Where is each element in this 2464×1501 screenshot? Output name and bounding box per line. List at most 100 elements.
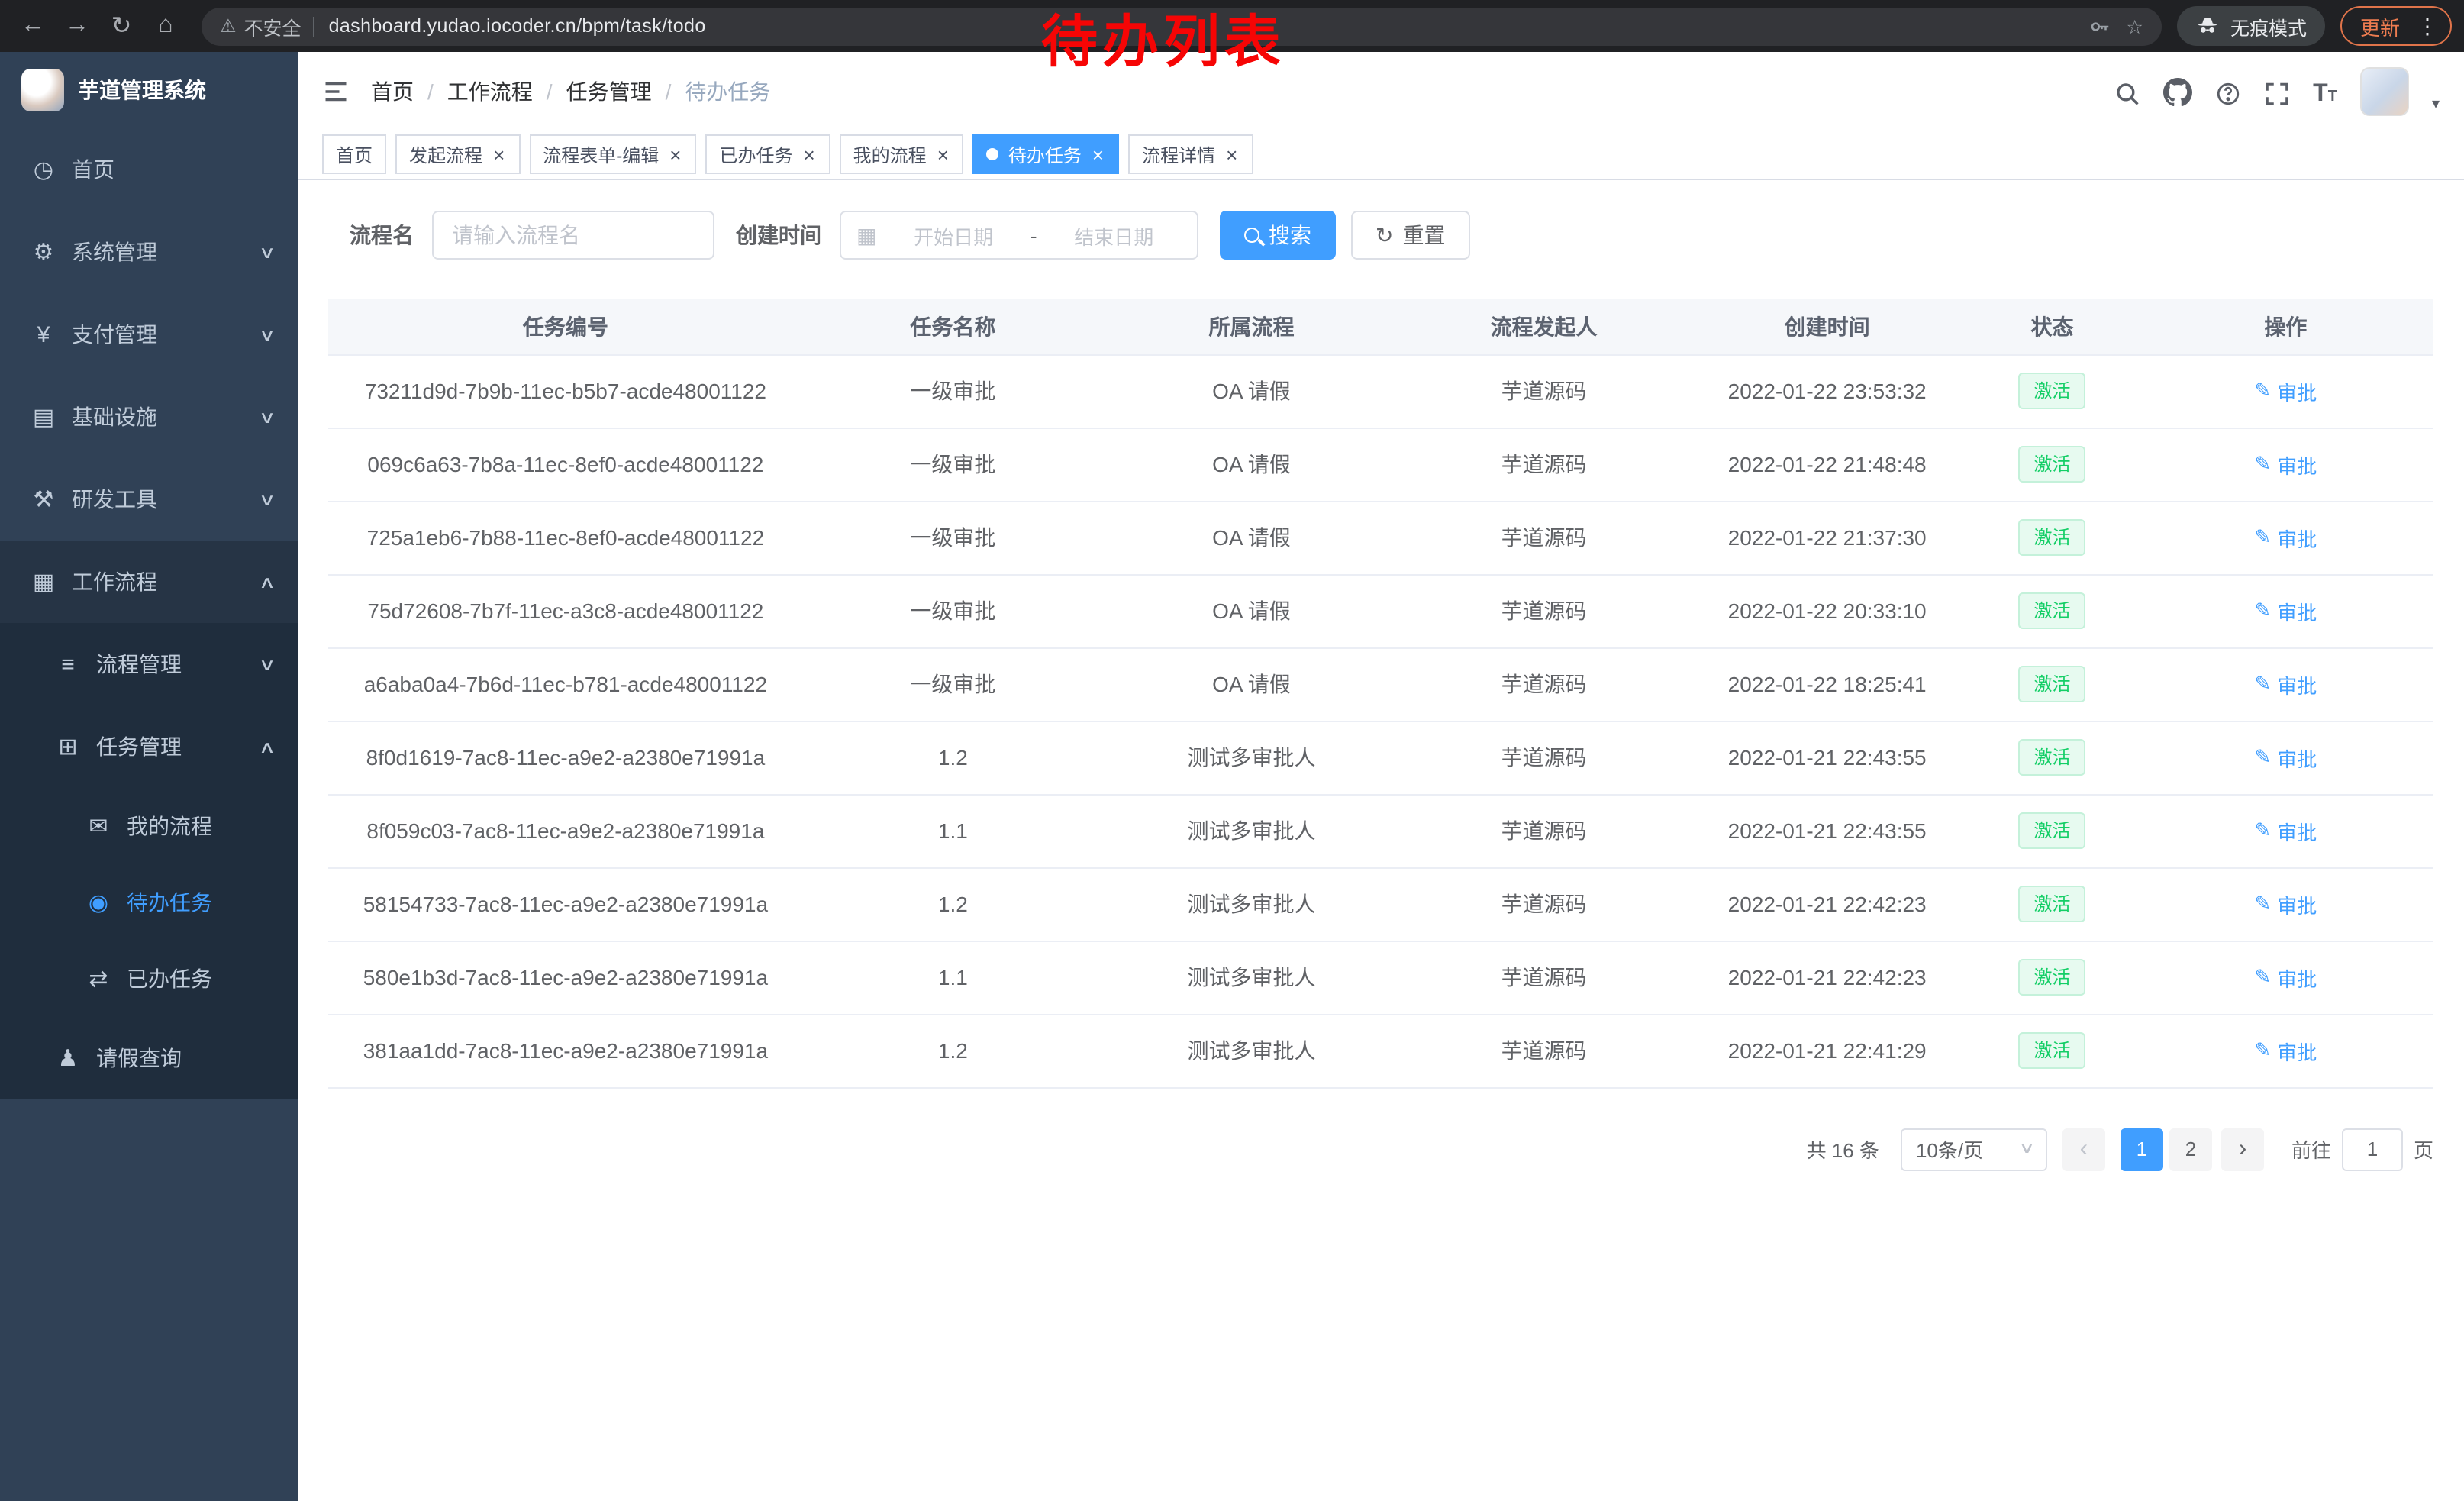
action-cell: ✎审批	[2138, 501, 2433, 574]
user-avatar[interactable]	[2360, 66, 2409, 115]
sidebar-item-todo-task[interactable]: ◉待办任务	[0, 864, 298, 941]
font-size-icon[interactable]: TT	[2313, 82, 2337, 115]
approve-link[interactable]: ✎审批	[2254, 743, 2317, 772]
browser-menu-icon[interactable]: ⋮	[2412, 13, 2443, 39]
end-date-placeholder[interactable]: 结束日期	[1047, 221, 1182, 250]
incognito-badge: 无痕模式	[2177, 6, 2325, 46]
sidebar-item-home[interactable]: ◷首页	[0, 128, 298, 211]
tab[interactable]: 已办任务×	[705, 134, 830, 174]
filter-bar: 流程名 创建时间 ▦ 开始日期 - 结束日期 搜索 ↻	[328, 211, 2433, 260]
sidebar-item-process-management[interactable]: ≡流程管理∨	[0, 623, 298, 705]
tab[interactable]: 流程表单-编辑×	[529, 134, 696, 174]
create-time-cell: 2022-01-22 20:33:10	[1688, 574, 1966, 647]
search-button[interactable]: 搜索	[1220, 211, 1336, 260]
initiator-cell: 芋道源码	[1400, 721, 1688, 794]
search-icon[interactable]	[2114, 80, 2140, 115]
approve-link[interactable]: ✎审批	[2254, 376, 2317, 405]
approve-link[interactable]: ✎审批	[2254, 523, 2317, 552]
next-page-button[interactable]: ›	[2221, 1128, 2264, 1170]
initiator-cell: 芋道源码	[1400, 354, 1688, 428]
tab-close-icon[interactable]: ×	[936, 144, 950, 164]
reset-button[interactable]: ↻ 重置	[1351, 211, 1469, 260]
sidebar-item-payment-management[interactable]: ¥支付管理∨	[0, 293, 298, 376]
approve-link[interactable]: ✎审批	[2254, 889, 2317, 918]
sidebar-item-label: 流程管理	[96, 649, 182, 679]
sidebar-item-leave-query[interactable]: ♟请假查询	[0, 1017, 298, 1099]
tab-close-icon[interactable]: ×	[668, 144, 682, 164]
status-cell: 激活	[1966, 721, 2138, 794]
password-key-icon[interactable]	[2088, 15, 2111, 37]
tab-close-icon[interactable]: ×	[1224, 144, 1239, 164]
process-cell: 测试多审批人	[1103, 941, 1400, 1014]
tab-label: 流程详情	[1142, 141, 1215, 167]
sidebar: 芋道管理系统 ◷首页⚙系统管理∨¥支付管理∨▤基础设施∨⚒研发工具∨▦工作流程∧…	[0, 52, 298, 1501]
process-cell: OA 请假	[1103, 501, 1400, 574]
chevron-down-icon: ∨	[259, 654, 276, 674]
sidebar-item-dev-tools[interactable]: ⚒研发工具∨	[0, 458, 298, 541]
approve-link[interactable]: ✎审批	[2254, 670, 2317, 699]
bookmark-star-icon[interactable]: ☆	[2127, 15, 2143, 37]
sidebar-item-task-management[interactable]: ⊞任务管理∧	[0, 705, 298, 788]
page-size-select[interactable]: 10条/页 ∨	[1901, 1128, 2047, 1170]
start-date-placeholder[interactable]: 开始日期	[885, 221, 1021, 250]
page-size-value: 10条/页	[1916, 1135, 1983, 1164]
sidebar-item-infrastructure[interactable]: ▤基础设施∨	[0, 376, 298, 458]
approve-link-label: 审批	[2277, 670, 2317, 699]
browser-refresh-button[interactable]: ↻	[101, 5, 142, 47]
tab[interactable]: 首页	[322, 134, 386, 174]
tab-active[interactable]: 待办任务×	[973, 134, 1119, 174]
sidebar-item-system-management[interactable]: ⚙系统管理∨	[0, 211, 298, 293]
avatar-dropdown-caret-icon[interactable]: ▾	[2432, 95, 2440, 115]
tab-close-icon[interactable]: ×	[1091, 144, 1105, 164]
approve-link[interactable]: ✎审批	[2254, 1036, 2317, 1065]
table-row: 8f0d1619-7ac8-11ec-a9e2-a2380e71991a1.2测…	[328, 721, 2433, 794]
tab[interactable]: 我的流程×	[840, 134, 964, 174]
task-id-cell: 580e1b3d-7ac8-11ec-a9e2-a2380e71991a	[328, 941, 803, 1014]
breadcrumb-item[interactable]: 工作流程	[447, 76, 533, 106]
app-frame: 芋道管理系统 ◷首页⚙系统管理∨¥支付管理∨▤基础设施∨⚒研发工具∨▦工作流程∧…	[0, 52, 2464, 1501]
approve-link[interactable]: ✎审批	[2254, 450, 2317, 479]
breadcrumb-item[interactable]: 任务管理	[566, 76, 652, 106]
browser-update-button[interactable]: 更新 ⋮	[2340, 6, 2452, 46]
task-id-cell: 8f059c03-7ac8-11ec-a9e2-a2380e71991a	[328, 794, 803, 867]
column-header: 任务名称	[803, 299, 1103, 354]
approve-link[interactable]: ✎审批	[2254, 816, 2317, 845]
task-id-cell: 8f0d1619-7ac8-11ec-a9e2-a2380e71991a	[328, 721, 803, 794]
reset-icon: ↻	[1376, 222, 1393, 248]
approve-link[interactable]: ✎审批	[2254, 963, 2317, 992]
date-range-separator: -	[1030, 224, 1037, 247]
sidebar-item-done-task[interactable]: ⇄已办任务	[0, 941, 298, 1017]
user-icon: ♟	[55, 1044, 81, 1072]
page-number-buttons: 12	[2121, 1128, 2206, 1170]
action-cell: ✎审批	[2138, 794, 2433, 867]
app-logo-row[interactable]: 芋道管理系统	[0, 52, 298, 128]
page-button-1[interactable]: 1	[2121, 1128, 2163, 1170]
create-time-range-picker[interactable]: ▦ 开始日期 - 结束日期	[840, 211, 1198, 260]
tab[interactable]: 流程详情 ×	[1128, 134, 1253, 174]
help-icon[interactable]	[2215, 80, 2241, 115]
top-navbar: 首页/工作流程/任务管理/待办任务 TT	[298, 52, 2464, 130]
github-icon[interactable]	[2163, 77, 2192, 115]
process-name-input[interactable]	[432, 211, 714, 260]
browser-forward-button[interactable]: →	[56, 5, 98, 47]
prev-page-button[interactable]: ‹	[2062, 1128, 2105, 1170]
search-button-label: 搜索	[1269, 220, 1311, 250]
tab-close-icon[interactable]: ×	[492, 144, 506, 164]
process-cell: OA 请假	[1103, 428, 1400, 501]
sidebar-item-label: 首页	[72, 154, 114, 185]
sidebar-item-my-process[interactable]: ✉我的流程	[0, 788, 298, 864]
initiator-cell: 芋道源码	[1400, 867, 1688, 941]
page-button-2[interactable]: 2	[2169, 1128, 2212, 1170]
browser-home-button[interactable]: ⌂	[145, 5, 186, 47]
tab-close-icon[interactable]: ×	[801, 144, 816, 164]
sidebar-item-workflow[interactable]: ▦工作流程∧	[0, 541, 298, 623]
tab[interactable]: 发起流程×	[395, 134, 520, 174]
sidebar-item-label: 待办任务	[127, 887, 212, 918]
breadcrumb-item[interactable]: 首页	[371, 76, 414, 106]
initiator-cell: 芋道源码	[1400, 574, 1688, 647]
sidebar-toggle-icon[interactable]	[322, 77, 350, 105]
browser-back-button[interactable]: ←	[12, 5, 53, 47]
fullscreen-icon[interactable]	[2264, 80, 2290, 115]
goto-page-input[interactable]	[2342, 1128, 2403, 1170]
approve-link[interactable]: ✎审批	[2254, 596, 2317, 625]
